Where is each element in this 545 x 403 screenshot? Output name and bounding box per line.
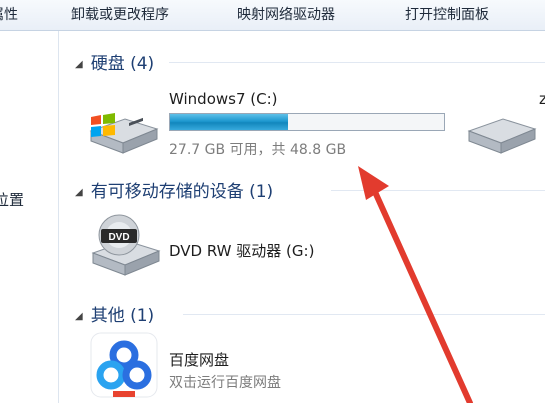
- baidu-netdisk-icon: [90, 332, 158, 398]
- group-header-label: 硬盘 (4): [90, 54, 155, 74]
- baidu-netdisk-name: 百度网盘: [169, 351, 230, 369]
- group-header-label: 其他 (1): [90, 306, 155, 326]
- collapse-triangle-icon[interactable]: ◢: [75, 311, 83, 322]
- group-divider: [183, 314, 545, 315]
- windows-hard-drive-icon: [89, 113, 159, 154]
- group-header-hard-disks[interactable]: ◢ 硬盘 (4): [75, 49, 154, 74]
- svg-text:DVD: DVD: [108, 232, 129, 243]
- toolbar-uninstall-button[interactable]: 卸载或更改程序: [71, 4, 169, 24]
- collapse-triangle-icon[interactable]: ◢: [75, 187, 83, 198]
- toolbar-properties-button[interactable]: 属性: [0, 4, 18, 24]
- main-content: ◢ 硬盘 (4) Windows7 (C:) 27.7 GB 可用，共 48.8 …: [59, 31, 545, 403]
- group-header-removable[interactable]: ◢ 有可移动存储的设备 (1): [75, 177, 273, 202]
- drive-c-name: Windows7 (C:): [169, 90, 278, 108]
- collapse-triangle-icon[interactable]: ◢: [75, 59, 83, 70]
- baidu-netdisk-subtitle: 双击运行百度网盘: [169, 375, 281, 391]
- group-divider: [331, 190, 545, 191]
- toolbar-open-control-panel-button[interactable]: 打开控制面板: [405, 4, 489, 24]
- group-header-label: 有可移动存储的设备 (1): [90, 182, 274, 202]
- hard-drive-icon: [467, 118, 537, 154]
- drive-c-usage-bar: [169, 113, 445, 131]
- group-header-other[interactable]: ◢ 其他 (1): [75, 301, 154, 326]
- toolbar-map-network-drive-button[interactable]: 映射网络驱动器: [237, 4, 335, 24]
- drive-c-space-text: 27.7 GB 可用，共 48.8 GB: [169, 142, 347, 158]
- next-drive-name: z: [539, 90, 545, 108]
- command-toolbar: 属性 卸载或更改程序 映射网络驱动器 打开控制面板: [0, 0, 545, 31]
- navigation-pane: 位置: [0, 31, 59, 403]
- dvd-drive-icon: DVD: [91, 214, 161, 276]
- group-divider: [169, 62, 545, 63]
- drive-c-usage-fill: [170, 114, 288, 130]
- dvd-drive-name: DVD RW 驱动器 (G:): [169, 242, 315, 260]
- nav-item-location[interactable]: 位置: [0, 189, 24, 210]
